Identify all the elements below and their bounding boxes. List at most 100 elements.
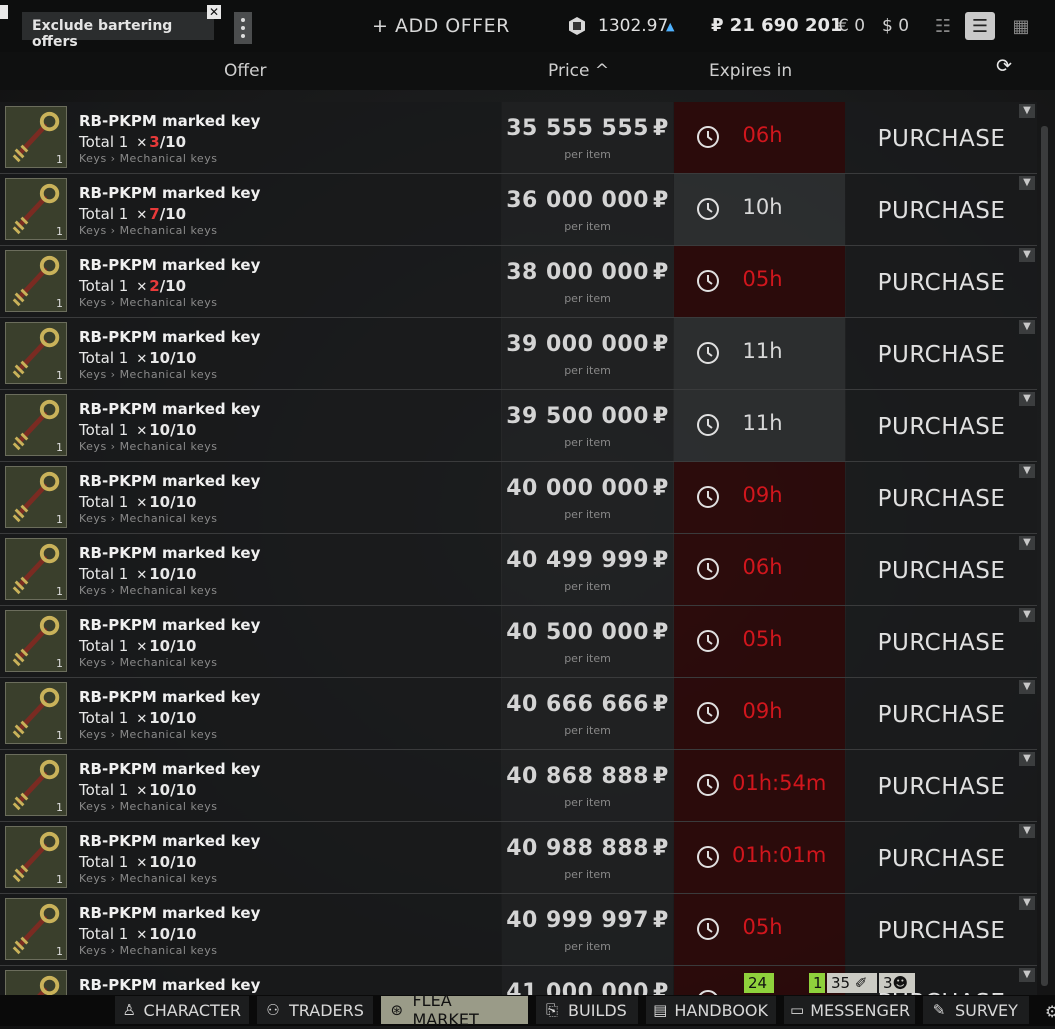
item-name[interactable]: RB-PKPM marked key	[79, 688, 260, 706]
item-thumbnail[interactable]: 1	[5, 538, 67, 600]
offer-column-header[interactable]: Offer	[224, 61, 267, 81]
purchase-button[interactable]: PURCHASE	[846, 486, 1037, 512]
chevron-down-icon[interactable]: ▼	[1019, 392, 1035, 406]
chevron-down-icon[interactable]: ▼	[1019, 608, 1035, 622]
item-name[interactable]: RB-PKPM marked key	[79, 184, 260, 202]
offer-row: 1 RB-PKPM marked key Total 1 ✕ 10/10 Keys …	[0, 678, 1037, 750]
chevron-down-icon[interactable]: ▼	[1019, 680, 1035, 694]
offer-row: 1 RB-PKPM marked key Total 1 ✕ 10/10 Keys …	[0, 390, 1037, 462]
purchase-button[interactable]: PURCHASE	[846, 126, 1037, 152]
price-cell: 40 999 997 ₽ per item	[502, 894, 673, 965]
purchase-cell: PURCHASE ▼	[846, 102, 1037, 173]
nav-traders[interactable]: ⚇ TRADERS	[257, 996, 373, 1024]
purchase-button[interactable]: PURCHASE	[846, 342, 1037, 368]
chevron-down-icon[interactable]: ▼	[1019, 896, 1035, 910]
offer-price: 40 666 666 ₽	[506, 692, 669, 717]
item-thumbnail[interactable]: 1	[5, 322, 67, 384]
list-view-icon[interactable]: ☰	[965, 12, 995, 40]
chevron-down-icon[interactable]: ▼	[1019, 536, 1035, 550]
nav-flea-market[interactable]: ⊛ FLEA MARKET	[381, 991, 528, 1029]
durability-icon: ✕	[136, 280, 148, 295]
item-thumbnail[interactable]: 1	[5, 898, 67, 960]
price-cell: 40 499 999 ₽ per item	[502, 534, 673, 605]
nav-survey[interactable]: ✎ SURVEY	[923, 996, 1029, 1024]
add-offer-button[interactable]: + ADD OFFER	[372, 15, 510, 37]
item-name[interactable]: RB-PKPM marked key	[79, 832, 260, 850]
item-total-durability: Total 1 ✕ 10/10	[79, 709, 197, 727]
purchase-button[interactable]: PURCHASE	[846, 702, 1037, 728]
chevron-down-icon[interactable]: ▼	[1019, 320, 1035, 334]
stack-count: 1	[56, 513, 63, 526]
item-thumbnail[interactable]: 1	[5, 106, 67, 168]
purchase-button[interactable]: PURCHASE	[846, 774, 1037, 800]
expires-cell: 05h	[674, 606, 845, 677]
purchase-button[interactable]: PURCHASE	[846, 270, 1037, 296]
offer-cell: 1 RB-PKPM marked key Total 1 ✕ 10/10 Keys …	[0, 750, 501, 821]
per-item-label: per item	[564, 220, 611, 233]
price-column-header[interactable]: Price ^	[548, 61, 609, 81]
item-total-durability: Total 1 ✕ 10/10	[79, 349, 197, 367]
item-thumbnail[interactable]: 1	[5, 466, 67, 528]
settings-gear-icon[interactable]: ⚙	[1045, 1002, 1055, 1021]
item-thumbnail[interactable]: 1	[5, 178, 67, 240]
nav-character[interactable]: ♙ CHARACTER	[115, 996, 249, 1024]
filter-chip-close-icon[interactable]: ✕	[207, 5, 221, 19]
grid-view-icon[interactable]: ▦	[1006, 12, 1036, 40]
purchase-cell: PURCHASE ▼	[846, 822, 1037, 893]
item-name[interactable]: RB-PKPM marked key	[79, 544, 260, 562]
item-total-durability: Total 1 ✕ 10/10	[79, 421, 197, 439]
chevron-down-icon[interactable]: ▼	[1019, 464, 1035, 478]
item-thumbnail[interactable]: 1	[5, 826, 67, 888]
nav-messenger[interactable]: ▭ MESSENGER	[784, 996, 915, 1024]
item-name[interactable]: RB-PKPM marked key	[79, 616, 260, 634]
item-name[interactable]: RB-PKPM marked key	[79, 760, 260, 778]
stack-count: 1	[56, 657, 63, 670]
per-item-label: per item	[564, 940, 611, 953]
more-options-button[interactable]	[234, 12, 252, 44]
durability-max: /10	[159, 133, 187, 151]
item-thumbnail[interactable]: 1	[5, 250, 67, 312]
purchase-button[interactable]: PURCHASE	[846, 558, 1037, 584]
exclude-bartering-filter-chip[interactable]: Exclude bartering offers	[22, 12, 214, 50]
item-thumbnail[interactable]: 1	[5, 682, 67, 744]
chevron-down-icon[interactable]: ▼	[1019, 752, 1035, 766]
expires-time: 09h	[742, 699, 783, 723]
refresh-icon[interactable]: ⟳	[996, 55, 1012, 77]
item-name[interactable]: RB-PKPM marked key	[79, 472, 260, 490]
item-total-durability: Total 1 ✕ 10/10	[79, 925, 197, 943]
chevron-down-icon[interactable]: ▼	[1019, 968, 1035, 982]
scrollbar[interactable]	[1041, 126, 1048, 986]
chevron-down-icon[interactable]: ▼	[1019, 176, 1035, 190]
stack-count: 1	[56, 441, 63, 454]
item-thumbnail[interactable]: 1	[5, 970, 67, 995]
durability-current: 10	[149, 709, 171, 727]
purchase-button[interactable]: PURCHASE	[846, 198, 1037, 224]
price-cell: 40 988 888 ₽ per item	[502, 822, 673, 893]
gp-coin-icon	[569, 17, 585, 35]
item-thumbnail[interactable]: 1	[5, 754, 67, 816]
nav-builds[interactable]: ⎘ BUILDS	[536, 996, 638, 1024]
item-name[interactable]: RB-PKPM marked key	[79, 904, 260, 922]
durability-icon: ✕	[136, 640, 148, 655]
chevron-down-icon[interactable]: ▼	[1019, 824, 1035, 838]
item-thumbnail[interactable]: 1	[5, 394, 67, 456]
item-name[interactable]: RB-PKPM marked key	[79, 976, 260, 994]
item-name[interactable]: RB-PKPM marked key	[79, 328, 260, 346]
item-name[interactable]: RB-PKPM marked key	[79, 112, 260, 130]
purchase-button[interactable]: PURCHASE	[846, 414, 1037, 440]
expires-column-header[interactable]: Expires in	[709, 61, 792, 81]
purchase-button[interactable]: PURCHASE	[846, 918, 1037, 944]
expires-time: 06h	[742, 123, 783, 147]
purchase-button[interactable]: PURCHASE	[846, 846, 1037, 872]
purchase-button[interactable]: PURCHASE	[846, 630, 1037, 656]
item-name[interactable]: RB-PKPM marked key	[79, 256, 260, 274]
chevron-down-icon[interactable]: ▼	[1019, 248, 1035, 262]
chevron-down-icon[interactable]: ▼	[1019, 104, 1035, 118]
list-view-compact-icon[interactable]: ☷	[928, 12, 958, 40]
item-category: Keys › Mechanical keys	[79, 512, 218, 525]
item-thumbnail[interactable]: 1	[5, 610, 67, 672]
nav-handbook[interactable]: ▤ HANDBOOK	[646, 996, 776, 1024]
panel-close-edge[interactable]	[0, 5, 8, 19]
durability-max: /10	[170, 853, 197, 871]
item-name[interactable]: RB-PKPM marked key	[79, 400, 260, 418]
